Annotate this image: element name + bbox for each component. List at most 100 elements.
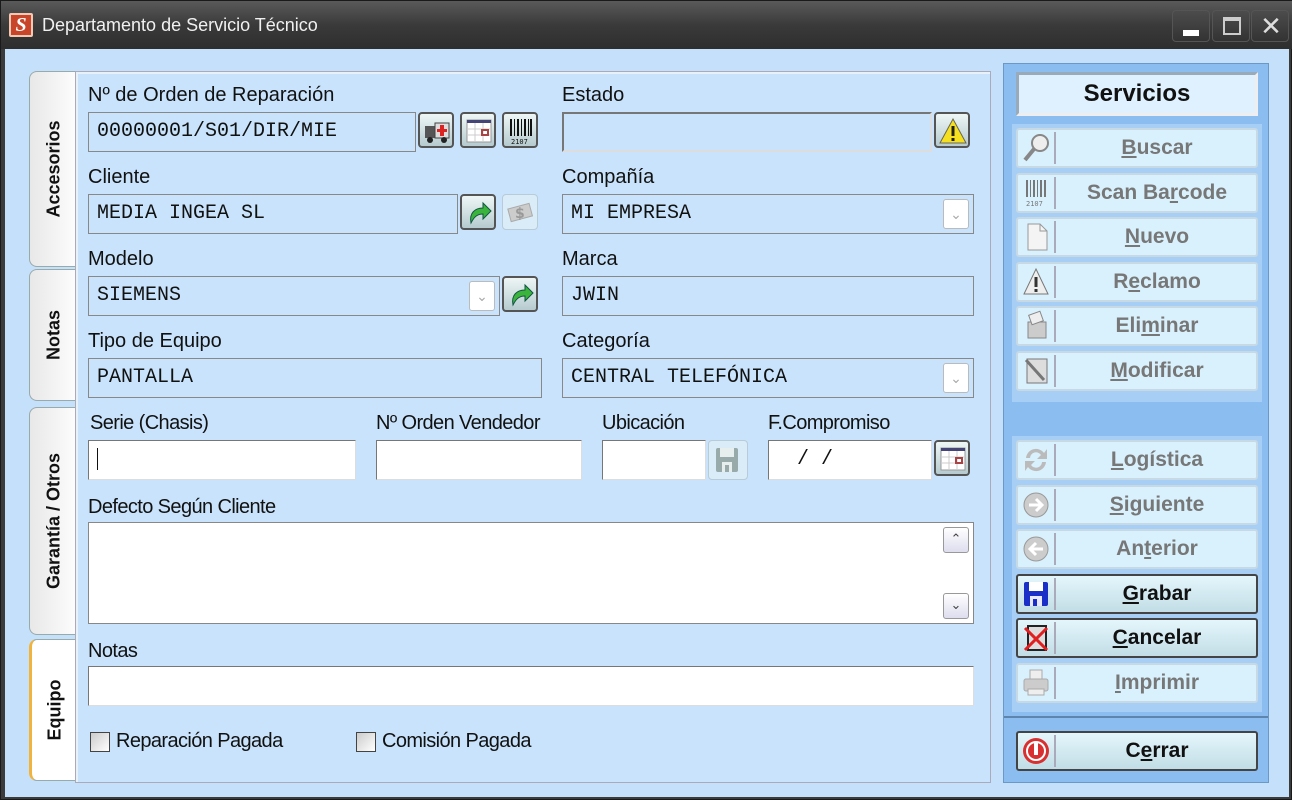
cliente-goto-button[interactable] <box>460 194 496 230</box>
maximize-icon <box>1223 17 1241 35</box>
green-arrow-icon <box>512 283 534 307</box>
buscar-button[interactable]: Buscar <box>1016 128 1258 168</box>
calendar-icon <box>466 119 492 143</box>
scroll-up-button[interactable]: ⌃ <box>943 527 969 553</box>
cliente-field[interactable]: MEDIA INGEA SL <box>88 194 458 234</box>
button-label: Imprimir <box>1114 671 1200 694</box>
modelo-goto-button[interactable] <box>502 276 538 312</box>
green-arrow-icon <box>470 201 492 225</box>
eliminar-button[interactable]: Eliminar <box>1016 306 1258 346</box>
modificar-button[interactable]: Modificar <box>1016 351 1258 391</box>
trash-icon <box>1020 310 1056 342</box>
modelo-select[interactable]: SIEMENS ⌄ <box>88 276 500 316</box>
barcode-button[interactable]: 2107 <box>502 112 538 148</box>
reparacion-pagada-label: Reparación Pagada <box>116 730 283 752</box>
floppy-disk-icon <box>716 448 738 472</box>
categoria-select[interactable]: CENTRAL TELEFÓNICA ⌄ <box>562 358 974 398</box>
cliente-label: Cliente <box>88 166 151 188</box>
tab-accesorios[interactable]: Accesorios <box>29 71 77 267</box>
close-icon: ✕ <box>1260 11 1282 41</box>
button-label: Cerrar <box>1125 739 1189 762</box>
imprimir-button[interactable]: Imprimir <box>1016 663 1258 703</box>
reclamo-button[interactable]: Reclamo <box>1016 262 1258 302</box>
orden-field[interactable]: 00000001/S01/DIR/MIE <box>88 112 416 152</box>
new-document-icon <box>1020 221 1056 253</box>
estado-field[interactable] <box>562 112 932 152</box>
button-label: Siguiente <box>1109 493 1205 516</box>
chevron-down-icon[interactable]: ⌄ <box>943 363 969 393</box>
ubicacion-input[interactable] <box>602 440 706 480</box>
tipo-equipo-field[interactable]: PANTALLA <box>88 358 542 398</box>
tipo-equipo-label: Tipo de Equipo <box>88 330 222 352</box>
anterior-button[interactable]: Anterior <box>1016 529 1258 569</box>
warning-icon <box>1020 266 1056 298</box>
separator <box>1004 716 1268 718</box>
chevron-down-icon[interactable]: ⌄ <box>943 199 969 229</box>
floppy-disk-icon <box>1020 578 1056 610</box>
cerrar-button[interactable]: Cerrar <box>1016 731 1258 771</box>
categoria-label: Categoría <box>562 330 650 352</box>
marca-field[interactable]: JWIN <box>562 276 974 316</box>
marca-label: Marca <box>562 248 618 270</box>
orden-label: Nº de Orden de Reparación <box>88 84 335 106</box>
power-stop-icon <box>1020 735 1056 767</box>
services-panel: Servicios Buscar 2107 Scan Barcode Nuevo Rec… <box>1003 63 1269 783</box>
modelo-value: SIEMENS <box>97 284 182 307</box>
compania-label: Compañía <box>562 166 655 188</box>
serie-input[interactable] <box>88 440 356 480</box>
refresh-icon <box>1020 444 1056 476</box>
compania-select[interactable]: MI EMPRESA ⌄ <box>562 194 974 234</box>
title-bar[interactable]: S Departamento de Servicio Técnico ✕ <box>1 1 1292 49</box>
application-window: S Departamento de Servicio Técnico ✕ Acc… <box>0 0 1292 800</box>
close-window-button[interactable]: ✕ <box>1251 10 1289 42</box>
minimize-button[interactable] <box>1172 10 1210 42</box>
chevron-down-icon[interactable]: ⌄ <box>469 281 495 311</box>
scroll-down-button[interactable]: ⌄ <box>943 593 969 619</box>
services-title: Servicios <box>1016 72 1258 116</box>
serie-label: Serie (Chasis) <box>90 412 209 434</box>
client-area: Accesorios Notas Garantía / Otros Equipo… <box>5 49 1289 797</box>
tab-garantia-otros[interactable]: Garantía / Otros <box>29 407 77 635</box>
notas-input[interactable] <box>88 666 974 706</box>
arrow-right-circle-icon <box>1020 489 1056 521</box>
ambulance-button[interactable] <box>418 112 454 148</box>
barcode-icon: 2107 <box>510 119 532 145</box>
button-label: Nuevo <box>1124 225 1190 248</box>
nuevo-button[interactable]: Nuevo <box>1016 217 1258 257</box>
orden-vendedor-label: Nº Orden Vendedor <box>376 412 540 434</box>
ubicacion-label: Ubicación <box>602 412 685 434</box>
scan-barcode-button[interactable]: 2107 Scan Barcode <box>1016 173 1258 213</box>
minimize-icon <box>1183 30 1199 36</box>
comision-pagada-checkbox[interactable] <box>356 732 376 752</box>
maximize-button[interactable] <box>1212 10 1250 42</box>
svg-text:2107: 2107 <box>511 138 528 145</box>
comision-pagada-label: Comisión Pagada <box>382 730 531 752</box>
barcode-icon: 2107 <box>1020 177 1056 209</box>
reparacion-pagada-checkbox[interactable] <box>90 732 110 752</box>
f-compromiso-calendar-button[interactable] <box>934 440 970 476</box>
logística-button[interactable]: Logística <box>1016 440 1258 480</box>
grabar-button[interactable]: Grabar <box>1016 574 1258 614</box>
text-cursor <box>97 448 98 470</box>
calendar-button[interactable] <box>460 112 496 148</box>
ubicacion-save-button[interactable] <box>708 440 748 480</box>
f-compromiso-input[interactable]: / / <box>768 440 932 480</box>
defecto-textarea[interactable]: ⌃ ⌄ <box>88 522 974 624</box>
printer-icon <box>1020 667 1056 699</box>
orden-vendedor-input[interactable] <box>376 440 582 480</box>
app-logo-icon: S <box>9 13 33 37</box>
tab-label: Notas <box>43 309 63 361</box>
calendar-icon <box>940 447 966 471</box>
tab-label: Accesorios <box>43 120 63 218</box>
warning-icon <box>939 117 967 144</box>
notas-label: Notas <box>88 640 138 662</box>
estado-warning-button[interactable] <box>934 112 970 148</box>
tab-label: Garantía / Otros <box>43 452 63 590</box>
cancelar-button[interactable]: Cancelar <box>1016 618 1258 658</box>
tab-notas[interactable]: Notas <box>29 269 77 401</box>
cliente-money-button[interactable]: $ <box>502 194 538 230</box>
equipo-panel: Nº de Orden de Reparación 00000001/S01/D… <box>75 71 991 783</box>
siguiente-button[interactable]: Siguiente <box>1016 485 1258 525</box>
compania-value: MI EMPRESA <box>571 202 692 225</box>
tab-equipo[interactable]: Equipo <box>29 639 77 781</box>
